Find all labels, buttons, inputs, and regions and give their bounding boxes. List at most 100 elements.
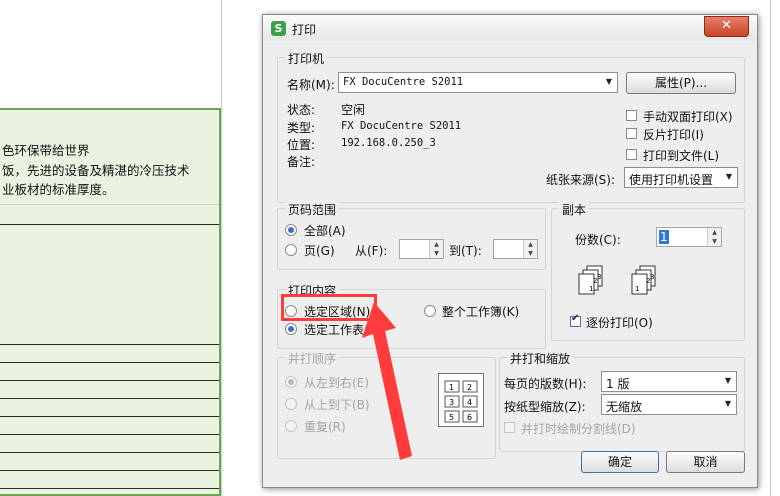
repeat-radio[interactable] <box>285 420 297 432</box>
svg-text:1: 1 <box>449 383 454 392</box>
repeat-label: 重复(R) <box>304 420 346 434</box>
collate-pages-icon: 3 2 1 <box>578 265 603 295</box>
svg-text:3: 3 <box>449 398 454 407</box>
top-to-bottom-radio[interactable] <box>285 398 297 410</box>
svg-text:3: 3 <box>650 273 654 281</box>
row-line <box>0 204 219 205</box>
from-page-stepper[interactable]: ▲ ▼ <box>399 239 444 259</box>
row-line <box>0 488 219 489</box>
location-label: 位置: <box>287 138 316 152</box>
collate-checkbox[interactable]: ✔ <box>570 313 581 327</box>
row-line <box>0 452 219 453</box>
column-divider <box>221 0 222 496</box>
paper-source-select[interactable]: 使用打印机设置 ▼ <box>624 167 738 188</box>
scale-label: 按纸型缩放(Z): <box>504 400 586 414</box>
increment-icon[interactable]: ▲ <box>707 228 721 237</box>
copies-stepper[interactable]: 1 ▲ ▼ <box>656 227 722 247</box>
paper-source-value: 使用打印机设置 <box>629 173 714 187</box>
page-range-all-radio[interactable] <box>285 224 297 236</box>
entire-workbook-label: 整个工作簿(K) <box>442 305 520 319</box>
cell-text: 业板材的标准厚度。 <box>2 182 115 197</box>
zoom-title: 并打和缩放 <box>507 350 574 367</box>
increment-icon[interactable]: ▲ <box>523 240 537 249</box>
printer-name-select[interactable]: FX DocuCentre S2011 ▼ <box>338 72 618 93</box>
cancel-button[interactable]: 取消 <box>666 451 745 473</box>
type-value: FX DocuCentre S2011 <box>341 120 462 132</box>
page-range-all-label: 全部(A) <box>304 224 346 238</box>
page-order-grid-icon: 1 2 3 4 5 6 <box>438 373 484 427</box>
app-logo-icon: S <box>271 21 286 36</box>
row-line <box>0 362 219 363</box>
pages-per-sheet-select[interactable]: 1 版 ▼ <box>601 371 737 392</box>
draw-borders-checkbox[interactable] <box>504 422 515 433</box>
svg-text:1: 1 <box>635 285 639 293</box>
print-to-file-checkbox[interactable] <box>626 149 637 160</box>
status-value: 空闲 <box>341 103 366 117</box>
from-label: 从(F): <box>355 244 388 258</box>
scale-select[interactable]: 无缩放 ▼ <box>601 394 737 415</box>
manual-duplex-checkbox[interactable] <box>626 110 637 121</box>
reverse-print-label: 反片打印(I) <box>643 128 704 142</box>
close-button[interactable]: ✕ <box>704 16 749 37</box>
decrement-icon[interactable]: ▼ <box>429 249 443 258</box>
decrement-icon[interactable]: ▼ <box>707 237 721 246</box>
to-label: 到(T): <box>449 244 482 258</box>
print-dialog: S 打印 ✕ 打印机 名称(M): FX DocuCentre S2011 ▼ … <box>262 14 758 488</box>
selected-cell-range[interactable]: 色环保带给世界 饭，先进的设备及精湛的冷压技术 业板材的标准厚度。 <box>0 108 221 496</box>
cell-text: 色环保带给世界 <box>2 143 90 158</box>
printer-properties-button[interactable]: 属性(P)... <box>626 72 736 94</box>
dialog-titlebar[interactable]: S 打印 ✕ <box>263 15 757 41</box>
page-range-title: 页码范围 <box>285 201 340 218</box>
copies-title: 副本 <box>559 201 590 218</box>
location-value: 192.168.0.250_3 <box>341 137 436 149</box>
active-sheet-radio[interactable] <box>285 323 297 335</box>
comment-label: 备注: <box>287 155 316 169</box>
row-line <box>0 416 219 417</box>
row-line <box>0 344 219 345</box>
copies-value: 1 <box>659 230 669 244</box>
printer-name-label: 名称(M): <box>287 78 335 92</box>
row-line <box>0 470 219 471</box>
ok-button[interactable]: 确定 <box>581 451 659 473</box>
paper-source-label: 纸张来源(S): <box>546 173 616 187</box>
svg-text:2: 2 <box>646 277 650 285</box>
status-label: 状态: <box>287 103 316 117</box>
to-page-stepper[interactable]: ▲ ▼ <box>493 239 538 259</box>
dropdown-arrow-icon: ▼ <box>724 376 732 385</box>
cell-text: 饭，先进的设备及精湛的冷压技术 <box>2 163 190 178</box>
printer-group-title: 打印机 <box>285 50 328 67</box>
svg-text:6: 6 <box>467 413 472 422</box>
type-label: 类型: <box>287 121 316 135</box>
dialog-title: 打印 <box>292 23 317 37</box>
scale-value: 无缩放 <box>606 400 643 414</box>
svg-text:2: 2 <box>593 277 597 285</box>
dropdown-arrow-icon: ▼ <box>725 172 733 181</box>
row-line <box>0 398 219 399</box>
pages-per-sheet-label: 每页的版数(H): <box>504 377 587 391</box>
svg-text:2: 2 <box>467 383 472 392</box>
collate-pages-icon: 3 2 1 <box>631 265 656 295</box>
print-to-file-label: 打印到文件(L) <box>643 149 720 163</box>
left-to-right-radio[interactable] <box>285 376 297 388</box>
svg-text:1: 1 <box>589 285 593 293</box>
collate-label: 逐份打印(O) <box>586 316 653 330</box>
page-range-pages-radio[interactable] <box>285 244 297 256</box>
column-divider <box>770 0 771 496</box>
manual-duplex-label: 手动双面打印(X) <box>643 110 733 124</box>
reverse-print-checkbox[interactable] <box>626 128 637 139</box>
svg-text:5: 5 <box>449 413 454 422</box>
pages-per-sheet-value: 1 版 <box>606 377 630 391</box>
checkmark-icon: ✔ <box>571 313 580 324</box>
svg-text:3: 3 <box>597 273 601 281</box>
print-order-title: 并打顺序 <box>285 350 340 367</box>
printer-name-value: FX DocuCentre S2011 <box>343 76 464 88</box>
dropdown-arrow-icon: ▼ <box>605 77 613 86</box>
increment-icon[interactable]: ▲ <box>429 240 443 249</box>
decrement-icon[interactable]: ▼ <box>523 249 537 258</box>
annotation-arrow-icon <box>362 302 412 460</box>
copies-label: 份数(C): <box>575 233 621 247</box>
page-range-pages-label: 页(G) <box>304 244 335 258</box>
dropdown-arrow-icon: ▼ <box>724 399 732 408</box>
draw-borders-label: 并打时绘制分割线(D) <box>521 422 636 436</box>
svg-text:4: 4 <box>467 398 472 407</box>
